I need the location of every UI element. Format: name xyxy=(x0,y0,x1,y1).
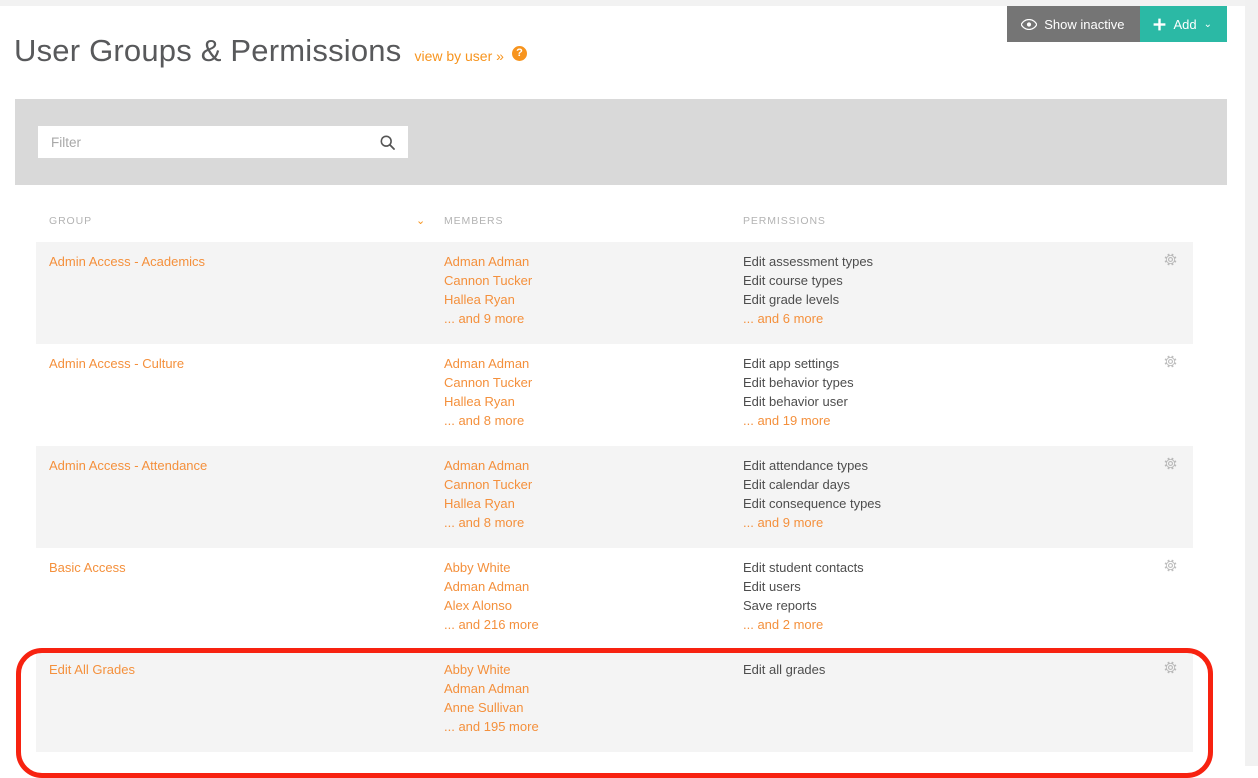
group-name-link[interactable]: Basic Access xyxy=(49,558,126,577)
member-link[interactable]: Hallea Ryan xyxy=(444,392,532,411)
groups-table: ⌄ GROUP MEMBERS PERMISSIONS Admin Access… xyxy=(0,207,1258,752)
member-link[interactable]: Adman Adman xyxy=(444,456,532,475)
group-cell: Admin Access - Culture xyxy=(49,354,184,373)
page-title: User Groups & Permissions xyxy=(14,33,402,68)
members-cell: Abby White Adman Adman Alex Alonso... and … xyxy=(444,558,539,634)
member-link[interactable]: Hallea Ryan xyxy=(444,290,532,309)
permission-item: Edit consequence types xyxy=(743,496,882,511)
members-more-link[interactable]: ... and 8 more xyxy=(444,513,532,532)
members-cell: Adman Adman Cannon Tucker Hallea Ryan... a… xyxy=(444,252,532,328)
permission-item: Edit student contacts xyxy=(743,560,864,575)
group-cell: Basic Access xyxy=(49,558,126,577)
members-more-link[interactable]: ... and 9 more xyxy=(444,309,532,328)
group-name-link[interactable]: Edit All Grades xyxy=(49,660,135,679)
add-label: Add xyxy=(1173,16,1197,32)
permission-item: Edit attendance types xyxy=(743,458,869,473)
view-by-user-link[interactable]: view by user » xyxy=(414,48,503,64)
search-input[interactable] xyxy=(38,134,380,150)
show-inactive-button[interactable]: Show inactive xyxy=(1007,6,1141,42)
permission-item: Edit behavior types xyxy=(743,375,854,390)
permission-item: Edit all grades xyxy=(743,662,826,677)
permission-item: Edit course types xyxy=(743,273,843,288)
gear-icon[interactable] xyxy=(1163,252,1178,272)
gear-icon[interactable] xyxy=(1163,558,1178,578)
column-header-group[interactable]: GROUP xyxy=(49,215,92,227)
permissions-more-link[interactable]: ... and 6 more xyxy=(743,309,873,328)
member-link[interactable]: Cannon Tucker xyxy=(444,271,532,290)
table-body: Admin Access - Academics Adman Adman Canno… xyxy=(0,242,1258,752)
member-link[interactable]: Anne Sullivan xyxy=(444,698,539,717)
permissions-more-link[interactable]: ... and 19 more xyxy=(743,411,854,430)
member-link[interactable]: Hallea Ryan xyxy=(444,494,532,513)
permissions-cell: Edit app settings Edit behavior types Edit… xyxy=(743,354,854,430)
permissions-cell: Edit attendance types Edit calendar days E… xyxy=(743,456,881,532)
table-row[interactable]: Edit All Grades Abby White Adman Adman Anne… xyxy=(36,650,1193,752)
group-cell: Admin Access - Academics xyxy=(49,252,205,271)
member-link[interactable]: Adman Adman xyxy=(444,354,532,373)
group-name-link[interactable]: Admin Access - Attendance xyxy=(49,456,207,475)
permission-item: Edit behavior user xyxy=(743,394,848,409)
sort-chevron-down-icon[interactable]: ⌄ xyxy=(416,214,425,227)
column-header-members[interactable]: MEMBERS xyxy=(444,215,503,227)
member-link[interactable]: Abby White xyxy=(444,558,539,577)
member-link[interactable]: Alex Alonso xyxy=(444,596,539,615)
table-row[interactable]: Admin Access - Academics Adman Adman Canno… xyxy=(36,242,1193,344)
permission-item: Save reports xyxy=(743,598,817,613)
member-link[interactable]: Adman Adman xyxy=(444,252,532,271)
page-scrollbar[interactable] xyxy=(1245,0,1258,766)
member-link[interactable]: Cannon Tucker xyxy=(444,373,532,392)
members-more-link[interactable]: ... and 216 more xyxy=(444,615,539,634)
permission-item: Edit grade levels xyxy=(743,292,840,307)
help-icon[interactable]: ? xyxy=(511,45,527,61)
table-row[interactable]: Admin Access - Culture Adman Adman Cannon … xyxy=(36,344,1193,446)
permission-item: Edit app settings xyxy=(743,356,840,371)
permissions-cell: Edit all grades xyxy=(743,660,825,679)
gear-icon[interactable] xyxy=(1163,354,1178,374)
plus-icon xyxy=(1153,18,1166,31)
search-icon[interactable] xyxy=(380,134,408,150)
permissions-cell: Edit assessment types Edit course types Ed… xyxy=(743,252,873,328)
members-more-link[interactable]: ... and 8 more xyxy=(444,411,532,430)
page-header: User Groups & Permissions view by user »… xyxy=(14,33,527,68)
member-link[interactable]: Adman Adman xyxy=(444,577,539,596)
filter-field[interactable] xyxy=(38,126,408,158)
permission-item: Edit assessment types xyxy=(743,254,874,269)
group-name-link[interactable]: Admin Access - Culture xyxy=(49,354,184,373)
member-link[interactable]: Cannon Tucker xyxy=(444,475,532,494)
eye-icon xyxy=(1021,18,1038,30)
top-action-bar: Show inactive Add ⌄ xyxy=(1007,6,1227,42)
gear-icon[interactable] xyxy=(1163,660,1178,680)
members-cell: Abby White Adman Adman Anne Sullivan... an… xyxy=(444,660,539,736)
table-header-row: ⌄ GROUP MEMBERS PERMISSIONS xyxy=(0,207,1258,242)
show-inactive-label: Show inactive xyxy=(1044,16,1125,32)
gear-icon[interactable] xyxy=(1163,456,1178,476)
members-more-link[interactable]: ... and 195 more xyxy=(444,717,539,736)
members-cell: Adman Adman Cannon Tucker Hallea Ryan... a… xyxy=(444,354,532,430)
table-row[interactable]: Basic Access Abby White Adman Adman Alex Al… xyxy=(36,548,1193,650)
permissions-more-link[interactable]: ... and 9 more xyxy=(743,513,881,532)
filter-toolbar xyxy=(15,99,1227,185)
column-header-permissions[interactable]: PERMISSIONS xyxy=(743,215,826,227)
add-button[interactable]: Add ⌄ xyxy=(1140,6,1227,42)
permission-item: Edit users xyxy=(743,579,801,594)
member-link[interactable]: Abby White xyxy=(444,660,539,679)
members-cell: Adman Adman Cannon Tucker Hallea Ryan... a… xyxy=(444,456,532,532)
member-link[interactable]: Adman Adman xyxy=(444,679,539,698)
permissions-cell: Edit student contacts Edit users Save repo… xyxy=(743,558,864,634)
chevron-down-icon: ⌄ xyxy=(1203,18,1212,30)
group-cell: Edit All Grades xyxy=(49,660,135,679)
group-cell: Admin Access - Attendance xyxy=(49,456,207,475)
table-row[interactable]: Admin Access - Attendance Adman Adman Cann… xyxy=(36,446,1193,548)
permissions-more-link[interactable]: ... and 2 more xyxy=(743,615,864,634)
permission-item: Edit calendar days xyxy=(743,477,850,492)
group-name-link[interactable]: Admin Access - Academics xyxy=(49,252,205,271)
